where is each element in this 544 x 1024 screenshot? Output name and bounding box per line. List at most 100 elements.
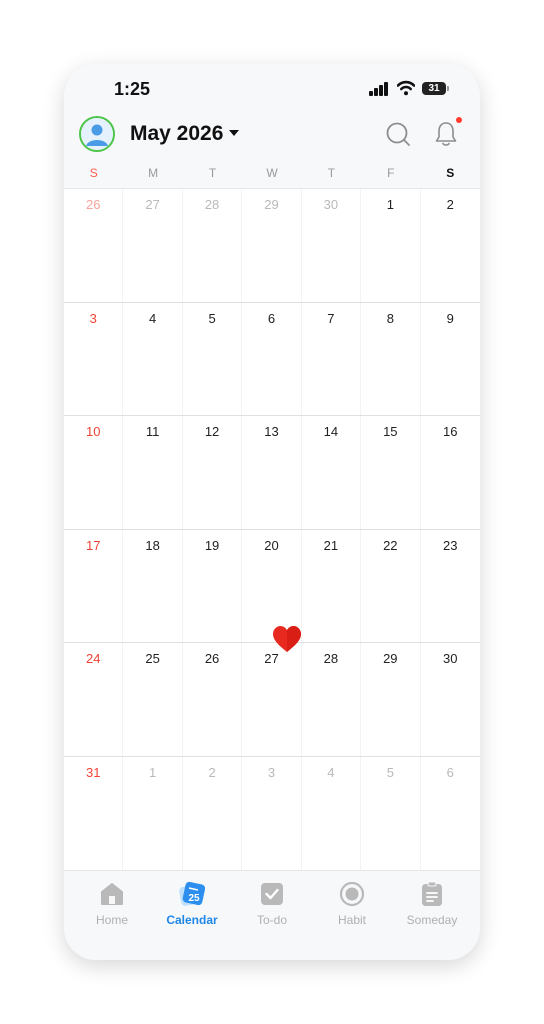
- day-cell[interactable]: 23: [421, 530, 480, 643]
- tab-home[interactable]: Home: [72, 871, 152, 941]
- day-cell[interactable]: 15: [361, 416, 421, 529]
- day-cell[interactable]: 28: [302, 643, 362, 756]
- day-number: 26: [85, 197, 101, 212]
- week-row: 3 4 5 6 7 8 9: [64, 302, 480, 416]
- day-number: 4: [149, 310, 157, 326]
- day-cell[interactable]: 1: [361, 189, 421, 302]
- day-number: 29: [383, 651, 398, 666]
- day-cell[interactable]: 16: [421, 416, 480, 529]
- home-icon: [101, 883, 123, 905]
- header: May 2026: [64, 114, 480, 156]
- avatar[interactable]: [79, 116, 115, 152]
- day-number: 26: [204, 651, 220, 666]
- tab-label: Habit: [337, 913, 366, 927]
- tab-label: Someday: [406, 913, 458, 927]
- day-cell[interactable]: 27: [123, 189, 183, 302]
- day-cell[interactable]: 10: [64, 416, 124, 529]
- day-cell[interactable]: 27: [242, 643, 302, 756]
- day-cell[interactable]: 14: [302, 416, 362, 529]
- day-cell[interactable]: 18: [123, 529, 183, 642]
- day-cell[interactable]: 2: [183, 756, 243, 870]
- phone-frame: 1:25 31 May 2026 S M T W T F S 26 27 28 …: [64, 64, 480, 960]
- tab-label: Calendar: [166, 913, 218, 927]
- day-cell[interactable]: 28: [183, 189, 243, 302]
- day-cell[interactable]: 6: [242, 302, 302, 415]
- day-number: 20: [264, 537, 279, 553]
- day-cell[interactable]: 30: [302, 189, 362, 302]
- day-cell[interactable]: 9: [421, 303, 480, 416]
- chevron-down-icon[interactable]: [229, 130, 239, 136]
- day-cell[interactable]: 19: [183, 529, 243, 642]
- week-row: 24 25 26 27 28 29 30: [64, 643, 480, 757]
- day-cell[interactable]: 3: [64, 302, 124, 415]
- tab-habit[interactable]: Habit: [312, 871, 392, 941]
- day-cell[interactable]: 22: [361, 529, 421, 642]
- day-number: 5: [386, 764, 394, 780]
- day-number: 28: [323, 651, 339, 666]
- day-number: 23: [443, 537, 458, 553]
- heart-icon[interactable]: [272, 625, 302, 653]
- day-number: 27: [264, 651, 279, 666]
- day-number: 2: [208, 764, 216, 780]
- day-cell[interactable]: 3: [242, 756, 302, 870]
- tab-bar: Home 25 Calendar To-do Habit Someday: [64, 870, 480, 960]
- day-number: 19: [204, 537, 220, 553]
- day-number: 11: [145, 424, 160, 439]
- day-cell[interactable]: 21: [302, 529, 362, 642]
- day-cell[interactable]: 12: [183, 416, 243, 529]
- day-number: 6: [267, 310, 276, 326]
- status-bar: 1:25 31: [64, 64, 480, 116]
- day-cell[interactable]: 31: [64, 756, 124, 870]
- day-number: 22: [383, 537, 398, 553]
- day-cell[interactable]: 5: [361, 756, 421, 870]
- day-cell[interactable]: 11: [123, 416, 183, 529]
- day-number: 14: [323, 424, 339, 439]
- day-number: 12: [204, 424, 220, 439]
- week-row: 31 1 2 3 4 5 6: [64, 756, 480, 871]
- day-number: 6: [446, 764, 454, 780]
- day-number: 25: [145, 651, 160, 666]
- weekday-label: S: [446, 166, 455, 180]
- week-row: 10 11 12 13 14 15 16: [64, 416, 480, 530]
- day-number: 16: [443, 424, 458, 439]
- tab-calendar[interactable]: 25 Calendar: [152, 871, 232, 941]
- day-cell[interactable]: 7: [302, 302, 362, 415]
- day-cell[interactable]: 6: [421, 757, 480, 871]
- day-number: 4: [327, 764, 335, 780]
- day-cell[interactable]: 8: [361, 302, 421, 415]
- day-cell[interactable]: 4: [302, 756, 362, 870]
- day-cell[interactable]: 26: [64, 189, 124, 302]
- tab-label: Home: [95, 913, 128, 927]
- day-number: 9: [446, 310, 454, 326]
- weekday-label: S: [89, 166, 98, 180]
- weekday-label: F: [387, 166, 395, 180]
- month-title[interactable]: May 2026: [130, 122, 223, 146]
- calendar-badge-number: 25: [188, 893, 200, 904]
- day-cell[interactable]: 24: [64, 643, 124, 756]
- status-time: 1:25: [114, 79, 151, 99]
- day-number: 15: [383, 424, 398, 439]
- day-cell[interactable]: 29: [361, 643, 421, 756]
- day-number: 21: [323, 537, 339, 553]
- habit-icon: [339, 881, 365, 907]
- day-cell[interactable]: 25: [123, 643, 183, 756]
- day-cell[interactable]: 13: [242, 416, 302, 529]
- weekday-label: W: [266, 166, 278, 180]
- bell-icon[interactable]: [433, 120, 459, 148]
- day-cell[interactable]: 26: [183, 643, 243, 756]
- day-number: 30: [323, 197, 339, 212]
- tab-someday[interactable]: Someday: [392, 871, 472, 941]
- day-cell[interactable]: 30: [421, 643, 480, 756]
- day-cell[interactable]: 5: [183, 302, 243, 415]
- day-cell[interactable]: 4: [123, 302, 183, 415]
- search-icon[interactable]: [385, 121, 411, 147]
- day-number: 3: [267, 764, 276, 780]
- tab-todo[interactable]: To-do: [232, 871, 312, 941]
- day-cell[interactable]: 17: [64, 529, 124, 642]
- clipboard-icon: [422, 881, 442, 906]
- day-number: 17: [85, 537, 101, 553]
- day-cell[interactable]: 1: [123, 756, 183, 870]
- day-cell[interactable]: 2: [421, 189, 480, 302]
- day-cell[interactable]: 29: [242, 189, 302, 302]
- day-number: 1: [386, 197, 394, 212]
